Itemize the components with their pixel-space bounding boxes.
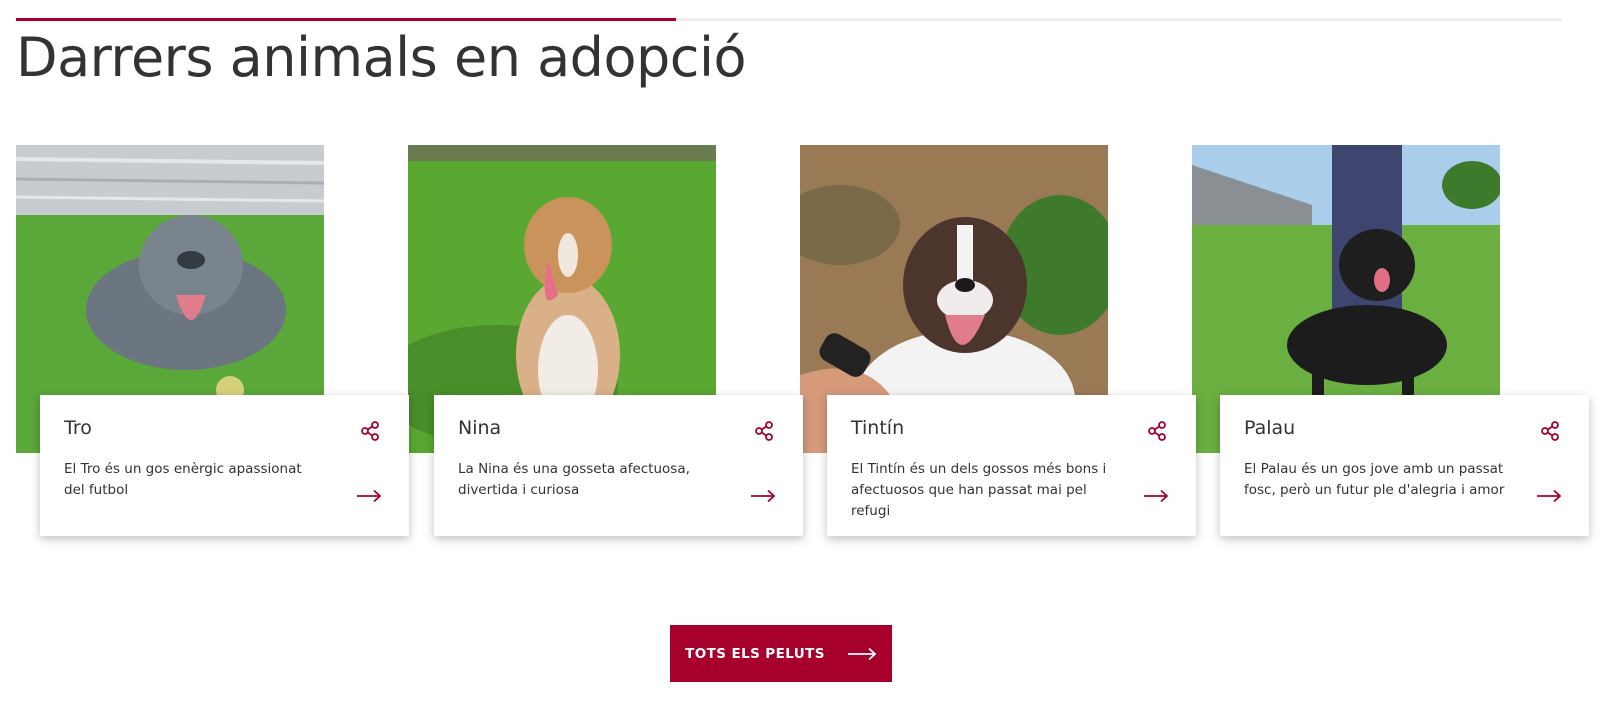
animal-card-tro[interactable]: Tro El Tro és un gos enèrgic apassionat … [40,395,409,536]
animal-description: El Tintín és un dels gossos més bons i a… [851,461,1107,519]
arrow-right-icon[interactable] [1536,489,1562,503]
arrow-right-icon[interactable] [1143,489,1169,503]
animal-card-tintin[interactable]: Tintín El Tintín és un dels gossos més b… [827,395,1196,536]
share-icon[interactable] [1147,420,1169,442]
share-icon[interactable] [754,420,776,442]
arrow-right-icon[interactable] [750,489,776,503]
section-rule-accent [16,18,676,21]
animal-name[interactable]: Nina [458,417,501,439]
all-animals-button[interactable]: TOTS ELS PELUTS [670,625,892,682]
animal-card-nina[interactable]: Nina La Nina és una gosseta afectuosa, d… [434,395,803,536]
all-animals-button-label: TOTS ELS PELUTS [685,645,825,662]
share-icon[interactable] [1540,420,1562,442]
animal-description: El Tro és un gos enèrgic apassionat del … [64,461,302,498]
share-icon[interactable] [360,420,382,442]
arrow-right-icon[interactable] [356,489,382,503]
animal-name[interactable]: Palau [1244,417,1295,439]
arrow-right-icon [847,647,877,660]
animal-description: El Palau és un gos jove amb un passat fo… [1244,461,1505,498]
animal-card-palau[interactable]: Palau El Palau és un gos jove amb un pas… [1220,395,1589,536]
section-title: Darrers animals en adopció [16,26,747,89]
animal-name[interactable]: Tintín [851,417,904,439]
animal-description: La Nina és una gosseta afectuosa, divert… [458,461,690,498]
animal-name[interactable]: Tro [64,417,92,439]
